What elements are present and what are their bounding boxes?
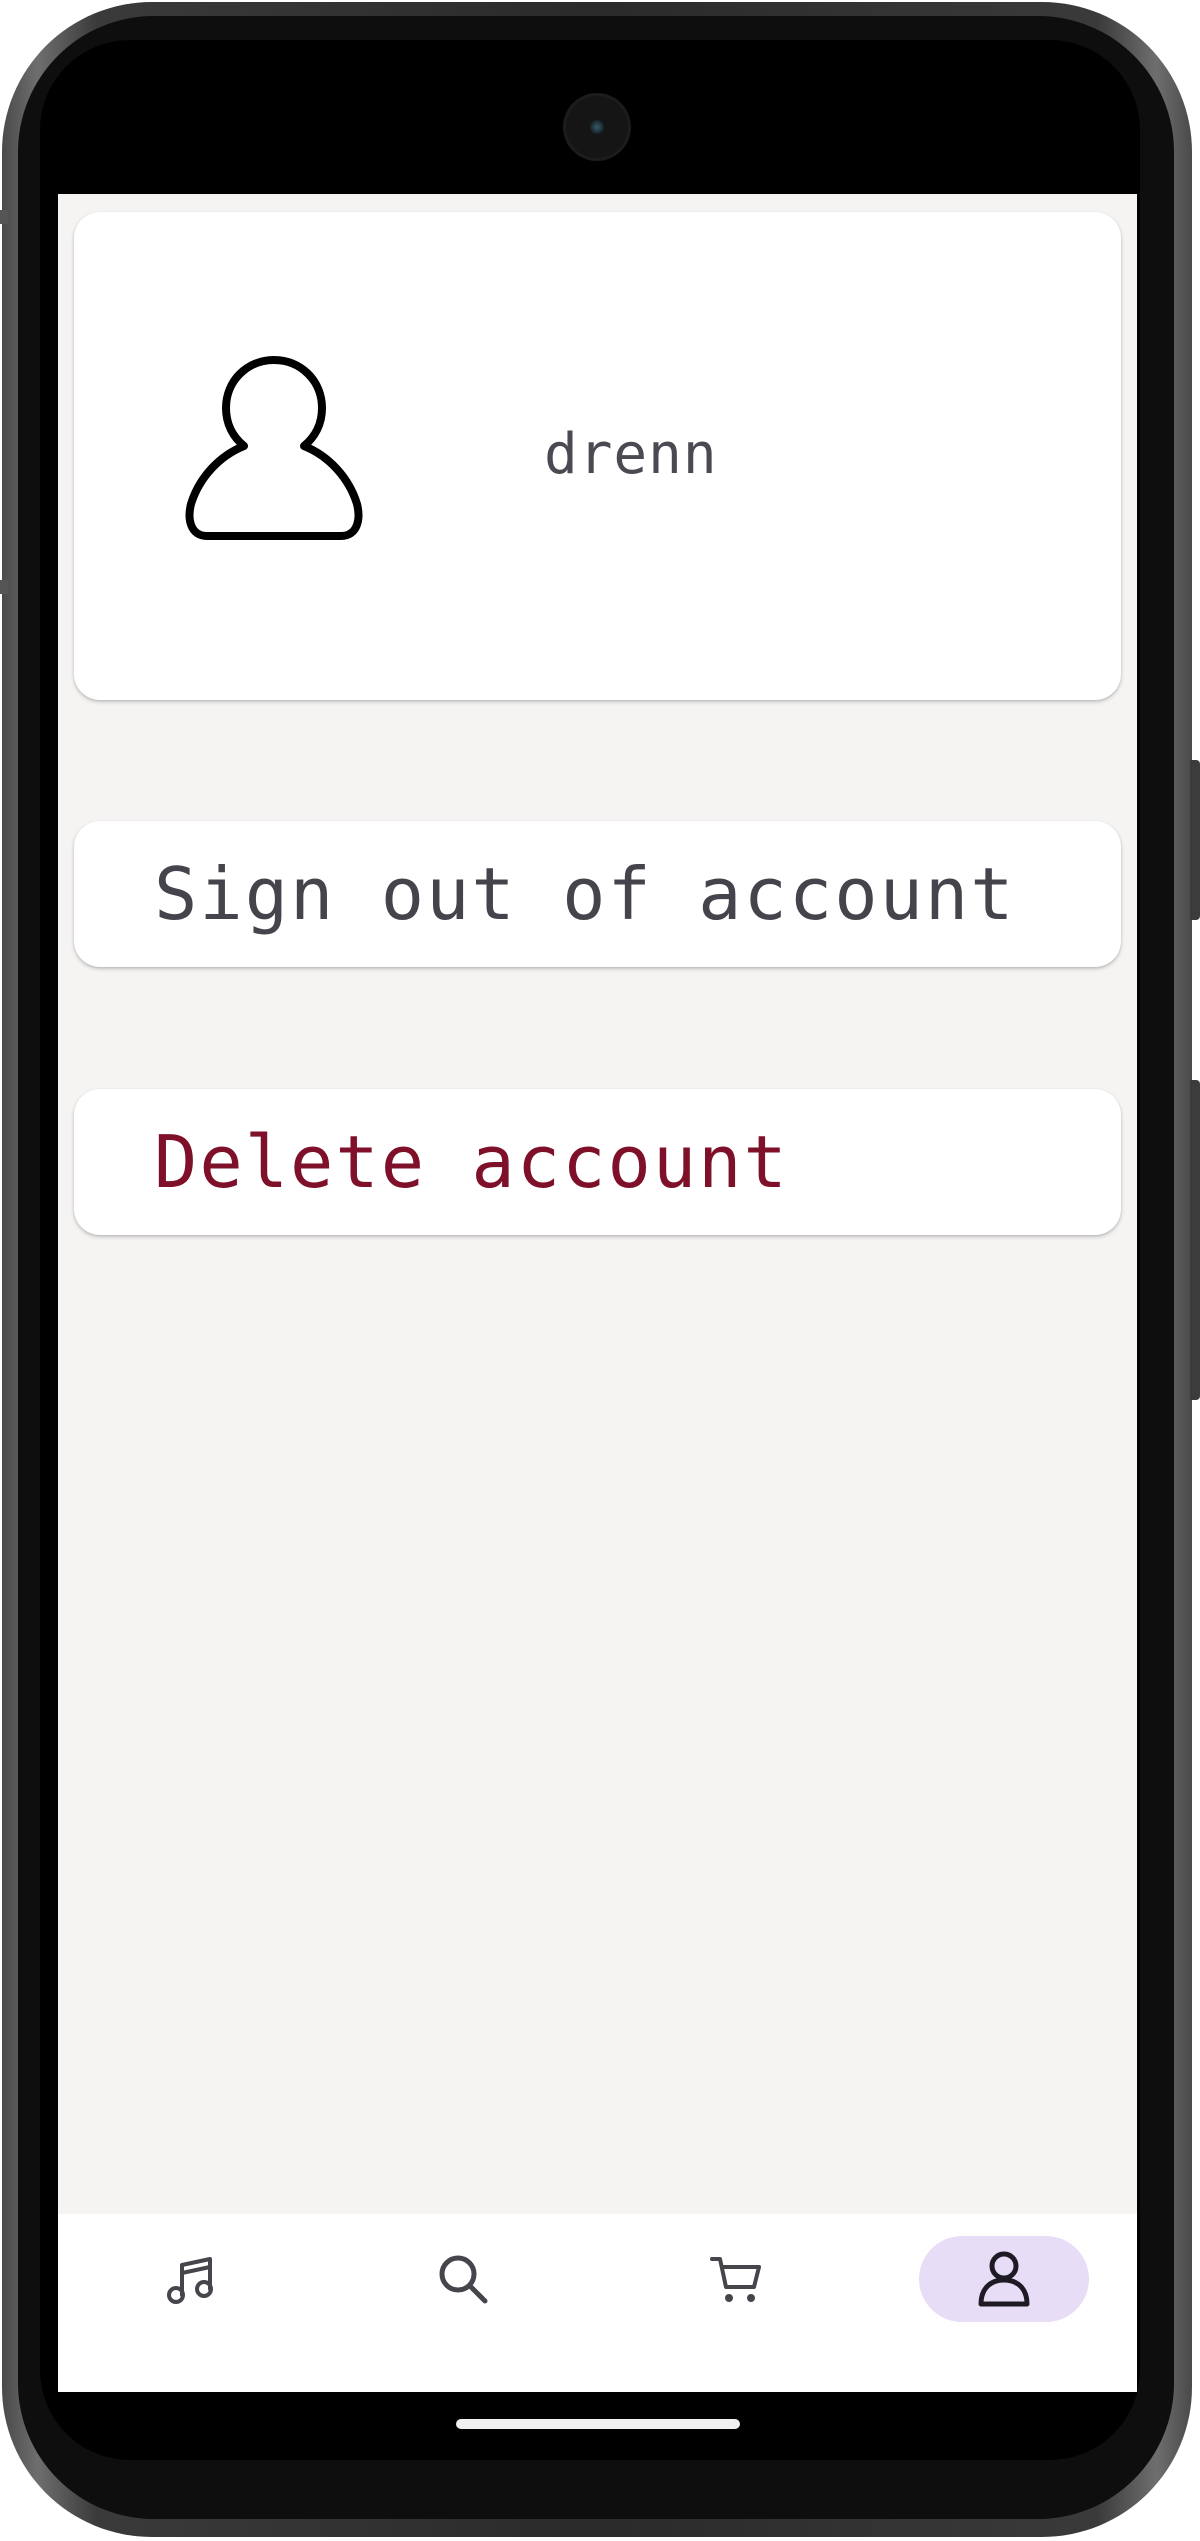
search-icon xyxy=(439,2255,488,2304)
nav-cart[interactable] xyxy=(651,2236,821,2322)
bottom-navigation xyxy=(58,2214,1137,2392)
profile-card: drenn xyxy=(74,212,1121,700)
delete-account-label: Delete account xyxy=(154,1120,789,1204)
home-indicator[interactable] xyxy=(456,2419,740,2429)
phone-device: drenn Sign out of account Delete account xyxy=(0,0,1200,2541)
nav-account[interactable] xyxy=(919,2236,1089,2322)
person-icon xyxy=(978,2251,1030,2307)
volume-button xyxy=(1190,760,1200,920)
sign-out-label: Sign out of account xyxy=(154,852,1016,936)
frame-notch xyxy=(0,210,8,224)
app-screen: drenn Sign out of account Delete account xyxy=(58,194,1137,2392)
sign-out-button[interactable]: Sign out of account xyxy=(74,821,1121,967)
username-label: drenn xyxy=(544,422,718,487)
person-outline-icon xyxy=(185,356,363,540)
camera-icon xyxy=(566,96,628,158)
frame-notch xyxy=(0,580,8,594)
music-note-icon xyxy=(167,2257,213,2304)
nav-music[interactable] xyxy=(107,2236,277,2322)
delete-account-button[interactable]: Delete account xyxy=(74,1089,1121,1235)
nav-search[interactable] xyxy=(378,2236,548,2322)
cart-icon xyxy=(710,2257,761,2302)
power-button xyxy=(1190,1080,1200,1400)
